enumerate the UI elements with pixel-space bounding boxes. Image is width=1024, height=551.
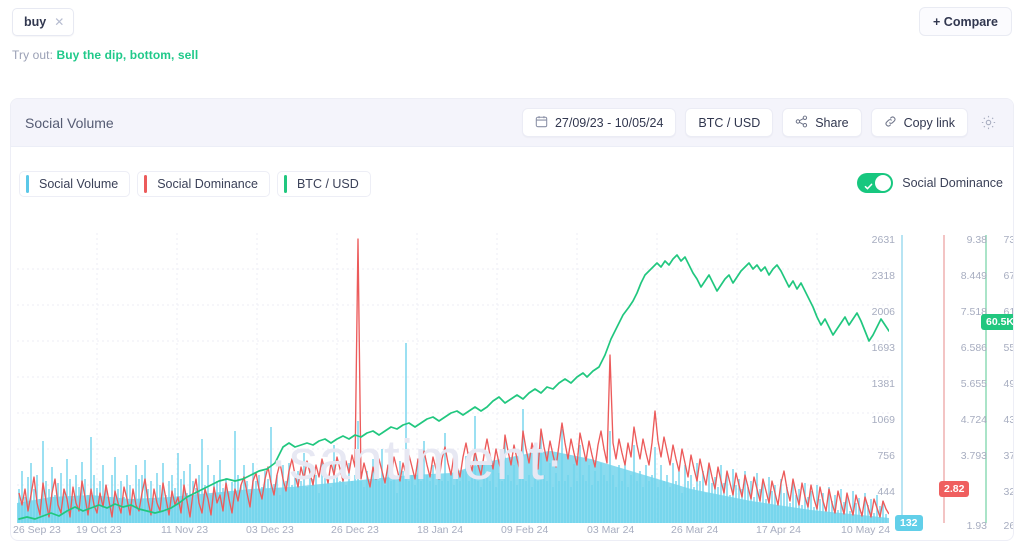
chart-plot-area[interactable]: ·santiment· 2631 2318 2006 1693 1381 106… — [11, 231, 1013, 540]
close-icon[interactable]: ✕ — [54, 16, 64, 28]
y-tick: 2318 — [871, 270, 895, 282]
x-tick: 11 Nov 23 — [161, 524, 209, 536]
share-icon — [795, 115, 808, 131]
y-tick: 43.8K — [1003, 414, 1013, 426]
x-tick: 26 Dec 23 — [331, 524, 379, 536]
add-compare-button[interactable]: + Compare — [919, 7, 1012, 36]
metric-legend: Social Volume Social Dominance BTC / USD — [19, 171, 371, 197]
x-tick: 10 May 24 — [841, 524, 891, 536]
y-tick: 32.1K — [1003, 486, 1013, 498]
search-tag-buy[interactable]: buy ✕ — [12, 8, 75, 36]
legend-color-swatch — [283, 175, 287, 193]
y-tick: 8.449 — [960, 270, 987, 282]
x-tick: 03 Dec 23 — [246, 524, 294, 536]
y-tick: 55.5K — [1003, 342, 1013, 354]
tryout-hint: Try out: Buy the dip, bottom, sell — [12, 48, 198, 62]
y-tick: 756 — [877, 450, 895, 462]
asset-selector-button[interactable]: BTC / USD — [685, 108, 774, 137]
legend-chip-btc-usd[interactable]: BTC / USD — [276, 171, 371, 197]
chart-toolbar: 27/09/23 - 10/05/24 BTC / USD Share Copy… — [521, 108, 999, 137]
social-dominance-current-badge: 2.82 — [939, 481, 970, 497]
search-tag-label: buy — [24, 15, 47, 29]
copy-link-button[interactable]: Copy link — [870, 108, 968, 137]
share-button[interactable]: Share — [782, 108, 862, 137]
legend-label: Social Dominance — [157, 177, 258, 191]
page-title: Social Volume — [25, 114, 114, 131]
date-range-button[interactable]: 27/09/23 - 10/05/24 — [521, 108, 677, 137]
legend-chip-social-dominance[interactable]: Social Dominance — [137, 171, 270, 197]
y-tick: 5.655 — [960, 378, 987, 390]
y-tick: 6.586 — [960, 342, 987, 354]
x-tick: 18 Jan 24 — [417, 524, 464, 536]
x-tick: 03 Mar 24 — [587, 524, 635, 536]
x-tick: 26 Sep 23 — [13, 524, 61, 536]
asset-label: BTC / USD — [698, 115, 761, 130]
x-axis: 26 Sep 23 19 Oct 23 11 Nov 23 03 Dec 23 … — [11, 524, 1013, 540]
link-icon — [884, 115, 897, 131]
y-tick: 49.7K — [1003, 378, 1013, 390]
toggle-knob — [875, 175, 892, 191]
check-icon — [864, 178, 873, 190]
y-tick: 2631 — [871, 234, 895, 246]
y-tick: 9.38 — [966, 234, 987, 246]
date-range-label: 27/09/23 - 10/05/24 — [554, 115, 664, 130]
gear-icon[interactable] — [977, 112, 999, 134]
y-tick: 4.724 — [960, 414, 987, 426]
toggle-label: Social Dominance — [902, 176, 1003, 190]
x-tick: 09 Feb 24 — [501, 524, 549, 536]
tryout-prefix: Try out: — [12, 48, 54, 62]
y-tick: 1381 — [871, 378, 895, 390]
tryout-suggestion-link[interactable]: Buy the dip, bottom, sell — [56, 48, 198, 62]
legend-color-swatch — [144, 175, 148, 193]
legend-label: BTC / USD — [296, 177, 359, 191]
chart-card-header: Social Volume 27/09/23 - 10/05/24 BTC / … — [11, 99, 1013, 147]
y-tick: 1069 — [871, 414, 895, 426]
social-dominance-toggle-group: Social Dominance — [857, 173, 1003, 193]
legend-color-swatch — [26, 175, 29, 193]
btc-usd-current-badge: 60.5K — [981, 314, 1013, 330]
legend-chip-social-volume[interactable]: Social Volume — [19, 171, 131, 197]
y-tick: 444 — [877, 486, 895, 498]
x-tick: 17 Apr 24 — [756, 524, 801, 536]
calendar-icon — [535, 115, 548, 131]
search-bar: buy ✕ + Compare — [0, 0, 1024, 44]
chart-card: Social Volume 27/09/23 - 10/05/24 BTC / … — [10, 98, 1014, 541]
y-tick: 2006 — [871, 306, 895, 318]
y-tick: 37.9K — [1003, 450, 1013, 462]
y-tick: 1693 — [871, 342, 895, 354]
social-dominance-toggle[interactable] — [857, 173, 894, 193]
y-tick: 3.793 — [960, 450, 987, 462]
y-tick: 67.3K — [1003, 270, 1013, 282]
share-label: Share — [815, 115, 849, 130]
x-tick: 26 Mar 24 — [671, 524, 719, 536]
legend-label: Social Volume — [39, 177, 119, 191]
chart-svg — [17, 233, 987, 523]
santiment-chart-page: buy ✕ + Compare Try out: Buy the dip, bo… — [0, 0, 1024, 551]
y-tick: 73.1K — [1003, 234, 1013, 246]
x-tick: 19 Oct 23 — [76, 524, 122, 536]
add-compare-label: + Compare — [933, 14, 998, 29]
copy-link-label: Copy link — [903, 115, 955, 130]
